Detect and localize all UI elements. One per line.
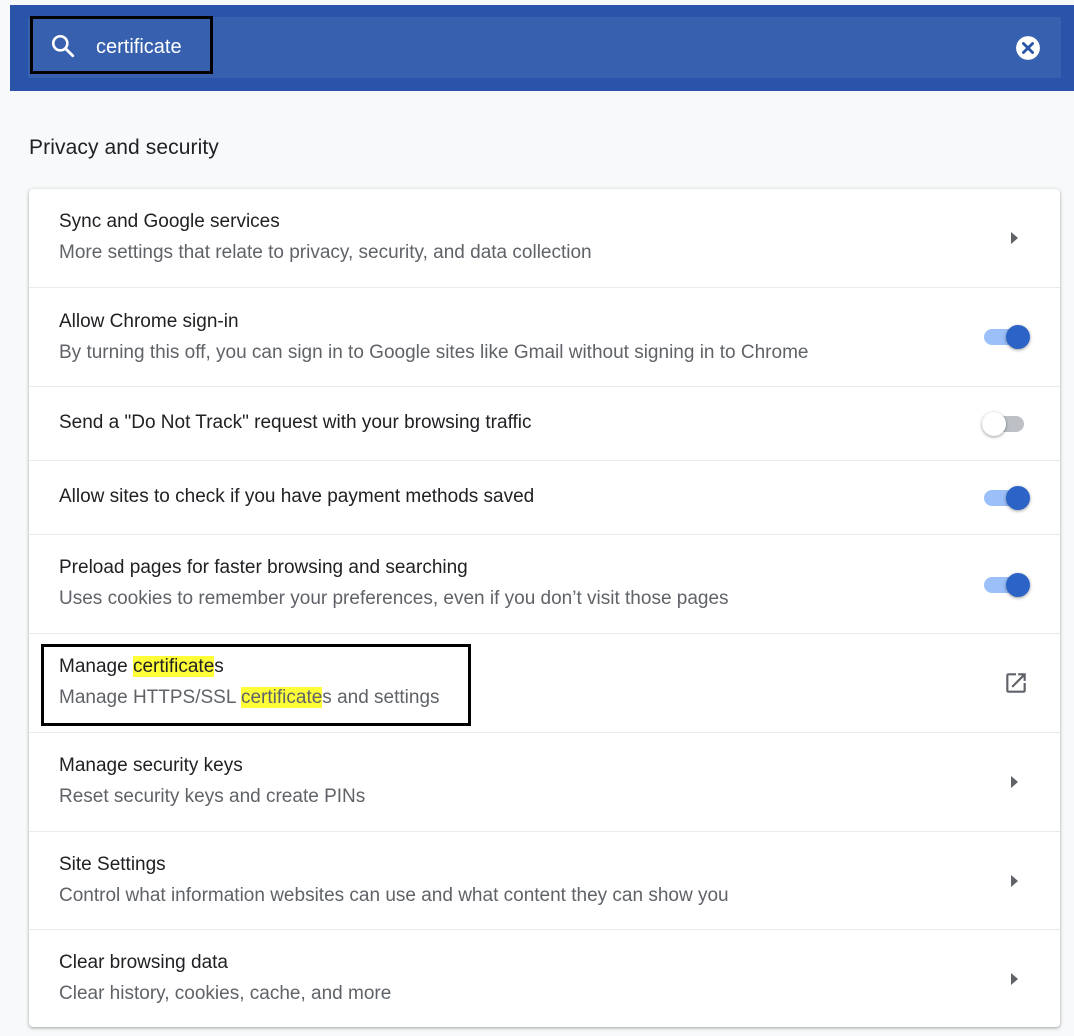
row-subtitle: Clear history, cookies, cache, and more — [59, 983, 392, 1004]
row-title: Sync and Google services — [59, 211, 280, 232]
row-title: Send a "Do Not Track" request with your … — [59, 412, 532, 433]
search-match-highlight: certificate — [132, 656, 215, 677]
search-match-highlight: certificate — [240, 687, 323, 708]
row-manage-certificates[interactable]: Manage certificates Manage HTTPS/SSL cer… — [29, 633, 1060, 732]
chevron-right-icon[interactable] — [1008, 873, 1020, 889]
search-header — [10, 5, 1074, 91]
row-title: Manage certificates — [59, 656, 224, 678]
row-title: Preload pages for faster browsing and se… — [59, 557, 468, 578]
row-subtitle: Control what information websites can us… — [59, 885, 729, 906]
subtitle-text: s and settings — [322, 687, 440, 708]
search-input[interactable] — [96, 34, 496, 60]
do-not-track-toggle[interactable] — [982, 411, 1030, 437]
row-title: Manage security keys — [59, 755, 243, 776]
section-title: Privacy and security — [29, 136, 219, 159]
preload-pages-toggle[interactable] — [982, 572, 1030, 598]
allow-chrome-signin-toggle[interactable] — [982, 324, 1030, 350]
row-allow-chrome-signin[interactable]: Allow Chrome sign-in By turning this off… — [29, 287, 1060, 386]
chevron-right-icon[interactable] — [1008, 971, 1020, 987]
toggle-knob — [1006, 573, 1030, 597]
row-preload-pages[interactable]: Preload pages for faster browsing and se… — [29, 534, 1060, 633]
row-sync-google-services[interactable]: Sync and Google services More settings t… — [29, 189, 1060, 287]
row-subtitle: Reset security keys and create PINs — [59, 786, 366, 807]
toggle-knob — [982, 412, 1006, 436]
row-subtitle: Manage HTTPS/SSL certificates and settin… — [59, 687, 440, 709]
row-clear-browsing-data[interactable]: Clear browsing data Clear history, cooki… — [29, 929, 1060, 1027]
open-in-new-icon[interactable] — [1003, 670, 1029, 696]
row-payment-methods[interactable]: Allow sites to check if you have payment… — [29, 460, 1060, 534]
row-title: Clear browsing data — [59, 952, 228, 973]
payment-methods-toggle[interactable] — [982, 485, 1030, 511]
close-circle-icon[interactable] — [1015, 35, 1041, 61]
toggle-knob — [1006, 325, 1030, 349]
subtitle-text: Manage HTTPS/SSL — [59, 687, 241, 708]
row-title: Site Settings — [59, 854, 166, 875]
search-icon — [51, 34, 75, 58]
row-do-not-track[interactable]: Send a "Do Not Track" request with your … — [29, 386, 1060, 460]
title-text: s — [214, 656, 224, 677]
row-manage-security-keys[interactable]: Manage security keys Reset security keys… — [29, 732, 1060, 831]
row-subtitle: More settings that relate to privacy, se… — [59, 242, 592, 263]
row-subtitle: By turning this off, you can sign in to … — [59, 342, 809, 363]
privacy-settings-card: Sync and Google services More settings t… — [29, 189, 1060, 1027]
chevron-right-icon[interactable] — [1008, 774, 1020, 790]
toggle-knob — [1006, 486, 1030, 510]
row-title: Allow Chrome sign-in — [59, 311, 239, 332]
row-title: Allow sites to check if you have payment… — [59, 486, 535, 507]
title-text: Manage — [59, 656, 133, 677]
settings-page: Privacy and security Sync and Google ser… — [0, 0, 1074, 1036]
chevron-right-icon[interactable] — [1008, 230, 1020, 246]
row-subtitle: Uses cookies to remember your preference… — [59, 588, 729, 609]
row-site-settings[interactable]: Site Settings Control what information w… — [29, 831, 1060, 929]
